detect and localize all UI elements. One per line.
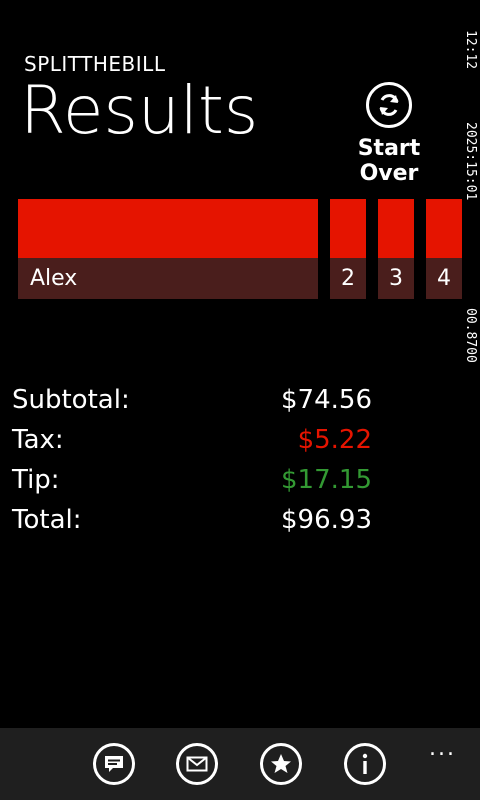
page-title: Results (20, 72, 259, 149)
total-label: Total: (12, 505, 82, 535)
total-row: Total: $96.93 (12, 500, 372, 540)
more-options-button[interactable]: ... (429, 736, 456, 761)
mail-button[interactable] (176, 743, 218, 785)
person-tile-2[interactable]: 2 (330, 199, 366, 299)
tax-row: Tax: $5.22 (12, 420, 372, 460)
chat-button[interactable] (93, 743, 135, 785)
person-tile-4[interactable]: 4 (426, 199, 462, 299)
mail-icon (186, 756, 208, 772)
person-tile-3[interactable]: 3 (378, 199, 414, 299)
system-tray-line3: 00.8700 (463, 308, 478, 363)
person-tiles: Alex 2 3 4 (18, 199, 480, 299)
tip-value: $17.15 (281, 465, 372, 495)
star-icon (271, 754, 291, 773)
person-tile-alex[interactable]: Alex (18, 199, 318, 299)
subtotal-value: $74.56 (281, 385, 372, 415)
person-tile-label: 2 (330, 258, 366, 299)
app-bar: ... (0, 728, 480, 800)
person-tile-label: 4 (426, 258, 462, 299)
system-tray-line2: 2025:15:01 (463, 122, 478, 201)
person-tile-label: 3 (378, 258, 414, 299)
subtotal-row: Subtotal: $74.56 (12, 380, 372, 420)
info-icon (362, 753, 368, 774)
tax-label: Tax: (12, 425, 64, 455)
person-tile-color (18, 199, 318, 258)
tip-row: Tip: $17.15 (12, 460, 372, 500)
chat-icon (105, 756, 123, 772)
favorite-button[interactable] (260, 743, 302, 785)
refresh-icon (366, 82, 412, 128)
person-tile-color (426, 199, 462, 258)
person-tile-color (330, 199, 366, 258)
system-tray-line1: 12:12 (463, 30, 478, 70)
start-over-button[interactable]: Start Over (332, 82, 446, 186)
start-over-label: Start Over (357, 136, 421, 186)
tip-label: Tip: (12, 465, 60, 495)
totals-summary: Subtotal: $74.56 Tax: $5.22 Tip: $17.15 … (12, 380, 372, 540)
person-tile-label: Alex (18, 258, 318, 299)
subtotal-label: Subtotal: (12, 385, 130, 415)
total-value: $96.93 (281, 505, 372, 535)
person-tile-color (378, 199, 414, 258)
tax-value: $5.22 (297, 425, 372, 455)
info-button[interactable] (344, 743, 386, 785)
